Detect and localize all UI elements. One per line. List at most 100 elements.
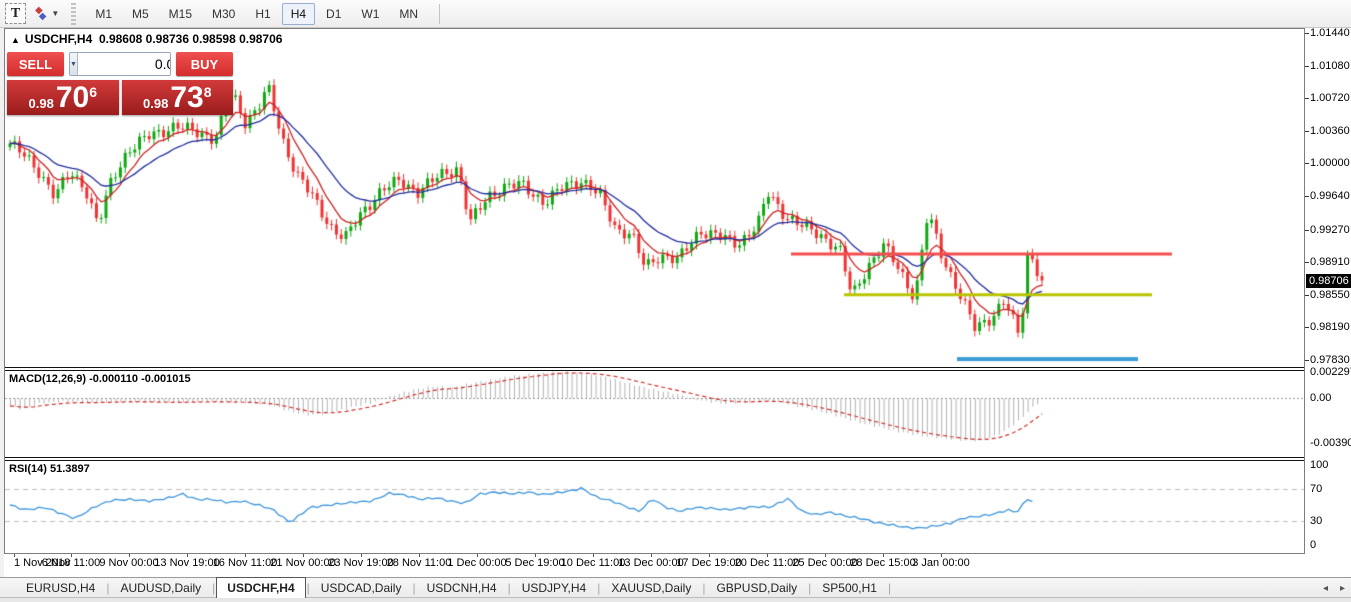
price-axis-tick: 0.98190 (1310, 321, 1351, 333)
buy-price-pipette: 8 (204, 84, 212, 100)
chart-tab-usdcad[interactable]: USDCAD,Daily (311, 578, 412, 598)
buy-price-display[interactable]: 0.98 73 8 (122, 80, 234, 115)
price-axis-tick: 0.99270 (1310, 224, 1351, 236)
chart-tab-usdchf[interactable]: USDCHF,H4 (216, 577, 305, 598)
toolbar: T ◆ ◆ ▼ M1M5M15M30H1H4D1W1MN (0, 0, 1351, 28)
volume-input[interactable] (78, 53, 171, 75)
date-axis-tick-mark (245, 554, 246, 557)
chart-tab-sp500[interactable]: SP500,H1 (812, 578, 887, 598)
price-axis-tick: 1.01080 (1310, 60, 1351, 72)
diamond-blue-icon: ◆ (39, 12, 47, 22)
date-axis-tick-mark (71, 554, 72, 557)
tab-separator: | (702, 581, 705, 595)
volume-stepper: ▼ ▲ (69, 52, 171, 76)
chart-ohlc-values: 0.98608 0.98736 0.98598 0.98706 (99, 32, 283, 46)
buy-price-big-digits: 73 (170, 84, 203, 112)
chart-tab-usdcnh[interactable]: USDCNH,H4 (417, 578, 507, 598)
date-axis-label: 1 Dec 00:00 (447, 557, 506, 569)
rsi-indicator-canvas[interactable] (5, 461, 1304, 553)
tab-scroll-arrows: ◂▸ (1323, 578, 1345, 599)
date-axis-tick-mark (129, 554, 130, 557)
caret-down-icon: ▼ (70, 61, 77, 68)
sell-button[interactable]: SELL (7, 52, 64, 76)
rsi-axis-tick: 0 (1310, 539, 1351, 551)
date-axis-tick-mark (535, 554, 536, 557)
date-axis-label: 25 Dec 00:00 (792, 557, 857, 569)
price-axis-tick-mark (1305, 98, 1309, 99)
chart-tab-audusd[interactable]: AUDUSD,Daily (110, 578, 211, 598)
timeframe-button-m5[interactable]: M5 (123, 3, 158, 25)
date-axis-tick-mark (477, 554, 478, 557)
date-axis-label: 23 Nov 19:00 (328, 557, 393, 569)
date-axis-tick-mark (419, 554, 420, 557)
toolbar-separator (439, 4, 440, 24)
price-axis-tick: 1.01440 (1310, 27, 1351, 39)
collapse-trade-panel-icon[interactable]: ▲ (11, 35, 20, 45)
toolbar-drag-handle[interactable] (71, 3, 76, 25)
price-axis-tick-mark (1305, 66, 1309, 67)
text-tool-glyph: T (11, 6, 20, 22)
timeframe-button-w1[interactable]: W1 (352, 3, 388, 25)
tab-separator: | (212, 581, 215, 595)
date-axis-label: 21 Nov 00:00 (270, 557, 335, 569)
date-axis-tick-mark (709, 554, 710, 557)
rsi-axis-tick: 100 (1310, 459, 1351, 471)
date-axis-label: 13 Dec 00:00 (618, 557, 683, 569)
one-click-trading-panel: SELL ▼ ▲ BUY 0.98 70 6 0.98 73 8 (7, 52, 233, 115)
price-axis-tick-mark (1305, 131, 1309, 132)
date-axis-label: 16 Nov 11:00 (213, 557, 278, 569)
price-axis-tick: 0.99640 (1310, 190, 1351, 202)
buy-price-prefix: 0.98 (143, 95, 168, 112)
mt4-workspace: T ◆ ◆ ▼ M1M5M15M30H1H4D1W1MN ▲USDCHF,H4 … (0, 0, 1351, 602)
objects-tool-button[interactable]: ◆ ◆ ▼ (35, 9, 59, 19)
timeframe-button-h4[interactable]: H4 (282, 3, 315, 25)
date-axis-tick-mark (941, 554, 942, 557)
macd-axis-tick: 0.002297 (1310, 366, 1351, 378)
date-axis-label: 20 Dec 11:00 (735, 557, 800, 569)
rsi-indicator-label: RSI(14) 51.3897 (9, 463, 90, 475)
timeframe-button-mn[interactable]: MN (390, 3, 427, 25)
buy-button[interactable]: BUY (176, 52, 233, 76)
macd-axis-tick: 0.00 (1310, 392, 1351, 404)
chart-tab-usdjpy[interactable]: USDJPY,H4 (512, 578, 596, 598)
date-axis-label: 13 Nov 19:00 (154, 557, 219, 569)
tab-separator: | (808, 581, 811, 595)
timeframe-button-d1[interactable]: D1 (317, 3, 350, 25)
macd-indicator-label: MACD(12,26,9) -0.000110 -0.001015 (9, 373, 191, 385)
window-left-margin (0, 28, 4, 577)
price-axis-tick-mark (1305, 163, 1309, 164)
price-axis-tick-mark (1305, 196, 1309, 197)
bottom-strip (0, 598, 1351, 602)
date-axis-tick-mark (593, 554, 594, 557)
timeframe-button-m15[interactable]: M15 (160, 3, 201, 25)
sell-button-label: SELL (19, 57, 52, 72)
date-axis-label: 3 Jan 00:00 (912, 557, 970, 569)
tab-scroll-right-icon[interactable]: ▸ (1340, 583, 1345, 594)
price-axis-tick: 0.97830 (1310, 354, 1351, 366)
timeframe-button-m30[interactable]: M30 (203, 3, 244, 25)
price-axis-tick: 1.00360 (1310, 125, 1351, 137)
chart-tab-gbpusd[interactable]: GBPUSD,Daily (706, 578, 807, 598)
tab-separator: | (106, 581, 109, 595)
macd-indicator-canvas[interactable] (5, 371, 1304, 457)
sell-price-big-digits: 70 (56, 84, 89, 112)
chart-tab-xauusd[interactable]: XAUUSD,Daily (601, 578, 701, 598)
tab-separator: | (412, 581, 415, 595)
volume-decrease-button[interactable]: ▼ (70, 53, 78, 75)
date-axis-label: 6 Nov 11:00 (42, 557, 101, 569)
text-label-tool-button[interactable]: T (5, 3, 26, 24)
timeframe-button-h1[interactable]: H1 (246, 3, 279, 25)
tab-separator: | (508, 581, 511, 595)
tab-scroll-left-icon[interactable]: ◂ (1323, 583, 1328, 594)
date-axis-label: 28 Nov 11:00 (387, 557, 452, 569)
date-axis-tick-mark (767, 554, 768, 557)
chart-tab-eurusd[interactable]: EURUSD,H4 (16, 578, 105, 598)
chart-title: ▲USDCHF,H4 0.98608 0.98736 0.98598 0.987… (11, 32, 282, 46)
chevron-down-icon: ▼ (51, 9, 59, 18)
sell-price-display[interactable]: 0.98 70 6 (7, 80, 119, 115)
rsi-axis-tick: 70 (1310, 483, 1351, 495)
price-axis-tick-mark (1305, 360, 1309, 361)
timeframe-button-m1[interactable]: M1 (86, 3, 121, 25)
tab-separator: | (307, 581, 310, 595)
date-axis-label: 10 Dec 11:00 (561, 557, 626, 569)
